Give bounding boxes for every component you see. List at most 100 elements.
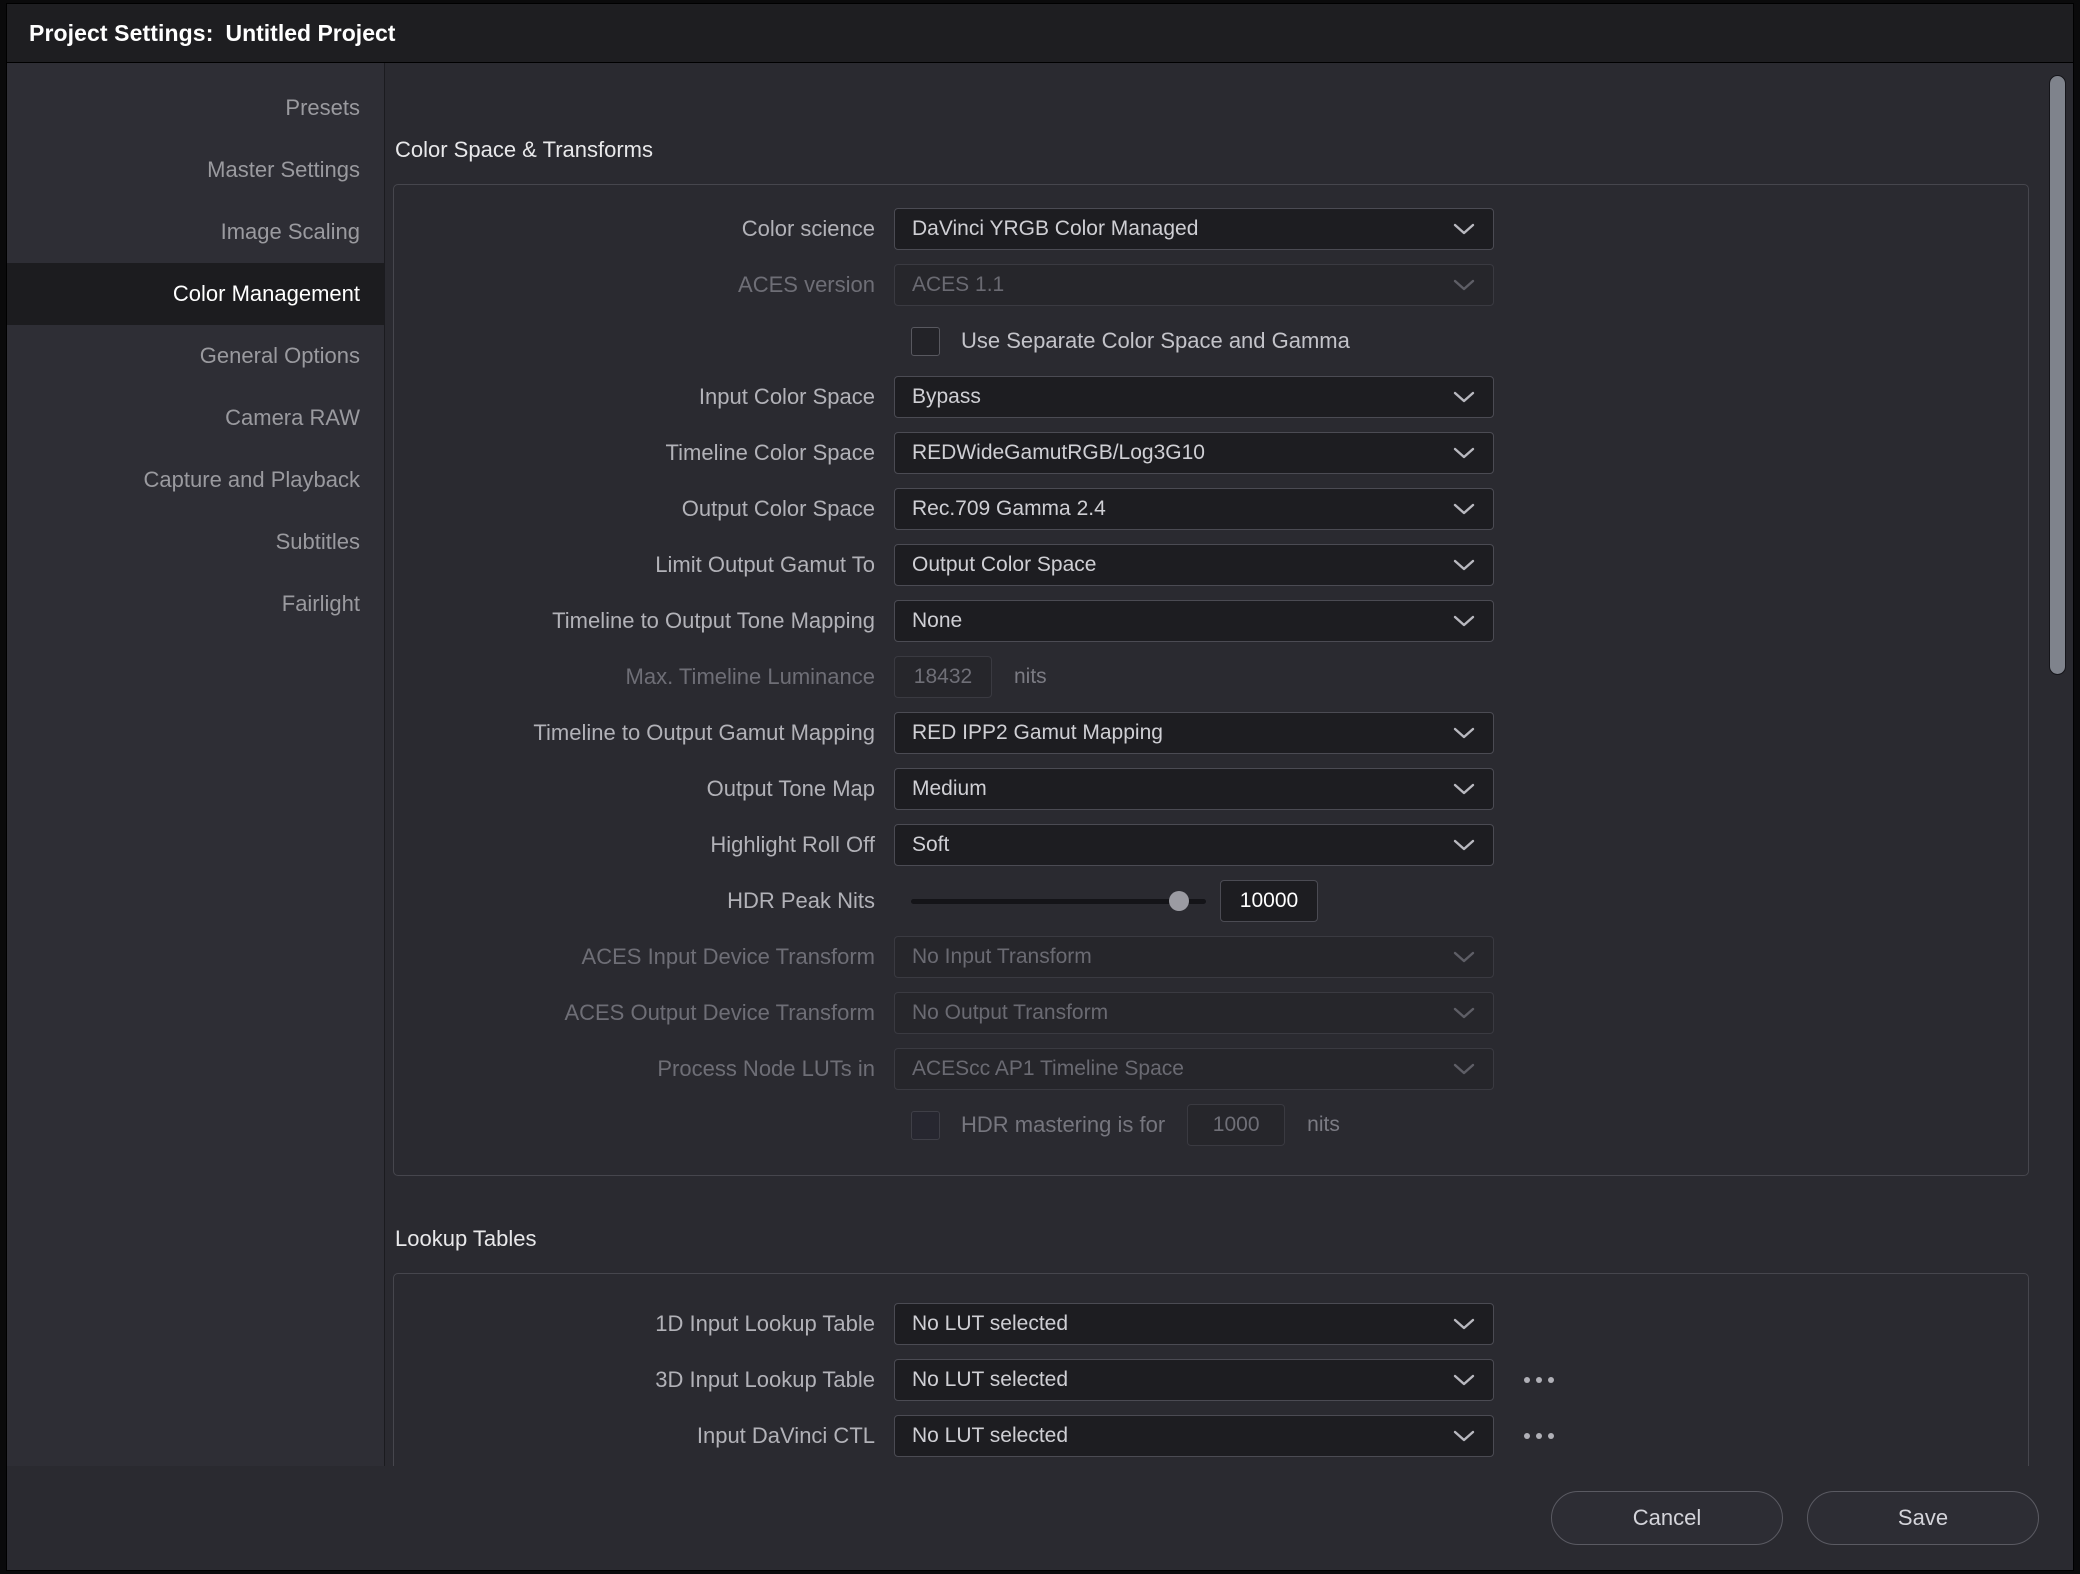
- dropdown-3d-input-lookup-table[interactable]: No LUT selected: [894, 1359, 1494, 1401]
- chevron-down-icon: [1451, 1311, 1477, 1337]
- dropdown-timeline-gamut-mapping[interactable]: RED IPP2 Gamut Mapping: [894, 712, 1494, 754]
- chevron-down-icon: [1451, 1000, 1477, 1026]
- dropdown-aces-version[interactable]: ACES 1.1: [894, 264, 1494, 306]
- label-aces-input-device-transform: ACES Input Device Transform: [581, 944, 875, 969]
- units-hdr-mastering: nits: [1307, 1113, 1340, 1136]
- label-input-davinci-ctl: Input DaVinci CTL: [696, 1423, 875, 1448]
- label-output-color-space: Output Color Space: [681, 496, 875, 521]
- row-input-davinci-ctl: Input DaVinci CTL No LUT selected: [394, 1408, 2028, 1464]
- label-max-timeline-luminance: Max. Timeline Luminance: [625, 664, 875, 689]
- slider-handle[interactable]: [1169, 891, 1189, 911]
- dropdown-value: No LUT selected: [912, 1368, 1069, 1391]
- dropdown-value: None: [912, 609, 963, 632]
- dialog-body: Presets Master Settings Image Scaling Co…: [7, 63, 2073, 1466]
- chevron-down-icon: [1451, 496, 1477, 522]
- checkbox-use-separate-color-space[interactable]: [911, 326, 940, 356]
- sidebar-item-label: General Options: [199, 343, 360, 368]
- chevron-down-icon: [1451, 832, 1477, 858]
- chevron-down-icon: [1451, 1056, 1477, 1082]
- dropdown-aces-input-device-transform[interactable]: No Input Transform: [894, 936, 1494, 978]
- dropdown-value: ACES 1.1: [912, 273, 1005, 296]
- sidebar-item-label: Subtitles: [275, 529, 360, 554]
- sidebar-item-general-options[interactable]: General Options: [7, 325, 384, 387]
- label-3d-input-lookup-table: 3D Input Lookup Table: [655, 1367, 875, 1392]
- checkbox-hdr-mastering[interactable]: [911, 1110, 940, 1140]
- dropdown-limit-output-gamut[interactable]: Output Color Space: [894, 544, 1494, 586]
- dropdown-highlight-roll-off[interactable]: Soft: [894, 824, 1494, 866]
- browse-input-davinci-ctl-button[interactable]: [1516, 1415, 1562, 1457]
- row-timeline-color-space: Timeline Color Space REDWideGamutRGB/Log…: [394, 425, 2028, 481]
- row-process-node-luts: Process Node LUTs in ACEScc AP1 Timeline…: [394, 1041, 2028, 1097]
- label-timeline-gamut-mapping: Timeline to Output Gamut Mapping: [533, 720, 875, 745]
- label-highlight-roll-off: Highlight Roll Off: [710, 832, 875, 857]
- row-limit-output-gamut: Limit Output Gamut To Output Color Space: [394, 537, 2028, 593]
- row-timeline-gamut-mapping: Timeline to Output Gamut Mapping RED IPP…: [394, 705, 2028, 761]
- dropdown-aces-output-device-transform[interactable]: No Output Transform: [894, 992, 1494, 1034]
- color-space-transforms-panel: Color science DaVinci YRGB Color Managed…: [393, 184, 2029, 1176]
- label-hdr-peak-nits: HDR Peak Nits: [727, 888, 875, 913]
- row-aces-input-device-transform: ACES Input Device Transform No Input Tra…: [394, 929, 2028, 985]
- sidebar-item-presets[interactable]: Presets: [7, 77, 384, 139]
- row-max-timeline-luminance: Max. Timeline Luminance 18432 nits: [394, 649, 2028, 705]
- save-button[interactable]: Save: [1807, 1491, 2039, 1545]
- input-hdr-mastering-nits[interactable]: 1000: [1187, 1104, 1286, 1146]
- sidebar-item-label: Fairlight: [281, 591, 360, 616]
- title-bar-label: Project Settings:: [29, 19, 214, 46]
- label-limit-output-gamut: Limit Output Gamut To: [655, 552, 875, 577]
- browse-3d-input-lookup-table-button[interactable]: [1516, 1359, 1562, 1401]
- units-max-timeline-luminance: nits: [1014, 665, 1047, 688]
- sidebar-item-subtitles[interactable]: Subtitles: [7, 511, 384, 573]
- content-scrollbar[interactable]: [2049, 75, 2066, 675]
- dropdown-process-node-luts[interactable]: ACEScc AP1 Timeline Space: [894, 1048, 1494, 1090]
- row-3d-input-lookup-table: 3D Input Lookup Table No LUT selected: [394, 1352, 2028, 1408]
- dropdown-timeline-color-space[interactable]: REDWideGamutRGB/Log3G10: [894, 432, 1494, 474]
- label-1d-input-lookup-table: 1D Input Lookup Table: [655, 1311, 875, 1336]
- dropdown-value: ACEScc AP1 Timeline Space: [912, 1057, 1184, 1080]
- input-hdr-peak-nits[interactable]: 10000: [1220, 880, 1318, 922]
- ellipsis-dot-icon: [1524, 1433, 1530, 1439]
- sidebar-item-camera-raw[interactable]: Camera RAW: [7, 387, 384, 449]
- sidebar-item-label: Camera RAW: [225, 405, 360, 430]
- dropdown-value: Output Color Space: [912, 553, 1097, 576]
- row-use-separate-color-space: Use Separate Color Space and Gamma: [394, 313, 2028, 369]
- dropdown-timeline-tone-mapping[interactable]: None: [894, 600, 1494, 642]
- slider-hdr-peak-nits[interactable]: [911, 880, 1206, 922]
- dropdown-output-color-space[interactable]: Rec.709 Gamma 2.4: [894, 488, 1494, 530]
- sidebar-item-image-scaling[interactable]: Image Scaling: [7, 201, 384, 263]
- sidebar-item-capture-and-playback[interactable]: Capture and Playback: [7, 449, 384, 511]
- chevron-down-icon: [1451, 272, 1477, 298]
- lookup-tables-panel: 1D Input Lookup Table No LUT selected 3D…: [393, 1273, 2029, 1466]
- label-hdr-mastering: HDR mastering is for: [961, 1112, 1166, 1137]
- row-hdr-peak-nits: HDR Peak Nits 10000: [394, 873, 2028, 929]
- cancel-button[interactable]: Cancel: [1551, 1491, 1783, 1545]
- row-aces-version: ACES version ACES 1.1: [394, 257, 2028, 313]
- title-bar-project-name: Untitled Project: [225, 19, 396, 46]
- sidebar-item-fairlight[interactable]: Fairlight: [7, 573, 384, 635]
- label-aces-version: ACES version: [738, 272, 875, 297]
- row-output-color-space: Output Color Space Rec.709 Gamma 2.4: [394, 481, 2028, 537]
- sidebar-item-color-management[interactable]: Color Management: [7, 263, 384, 325]
- sidebar-item-master-settings[interactable]: Master Settings: [7, 139, 384, 201]
- chevron-down-icon: [1451, 384, 1477, 410]
- settings-sidebar: Presets Master Settings Image Scaling Co…: [7, 63, 385, 1466]
- row-1d-input-lookup-table: 1D Input Lookup Table No LUT selected: [394, 1296, 2028, 1352]
- dropdown-color-science[interactable]: DaVinci YRGB Color Managed: [894, 208, 1494, 250]
- ellipsis-dot-icon: [1536, 1377, 1542, 1383]
- settings-content-area: Color Space & Transforms Color science D…: [385, 63, 2073, 1466]
- row-aces-output-device-transform: ACES Output Device Transform No Output T…: [394, 985, 2028, 1041]
- input-max-timeline-luminance[interactable]: 18432: [894, 656, 992, 698]
- dropdown-input-color-space[interactable]: Bypass: [894, 376, 1494, 418]
- dropdown-value: Rec.709 Gamma 2.4: [912, 497, 1106, 520]
- label-input-color-space: Input Color Space: [698, 384, 875, 409]
- dropdown-value: Bypass: [912, 385, 981, 408]
- dropdown-output-tone-map[interactable]: Medium: [894, 768, 1494, 810]
- ellipsis-dot-icon: [1524, 1377, 1530, 1383]
- title-bar: Project Settings: Untitled Project: [7, 4, 2073, 63]
- chevron-down-icon: [1451, 608, 1477, 634]
- dropdown-input-davinci-ctl[interactable]: No LUT selected: [894, 1415, 1494, 1457]
- ellipsis-dot-icon: [1548, 1433, 1554, 1439]
- dropdown-1d-input-lookup-table[interactable]: No LUT selected: [894, 1303, 1494, 1345]
- row-hdr-mastering: HDR mastering is for 1000 nits: [394, 1097, 2028, 1153]
- chevron-down-icon: [1451, 1367, 1477, 1393]
- project-settings-window: Project Settings: Untitled Project Prese…: [6, 3, 2074, 1571]
